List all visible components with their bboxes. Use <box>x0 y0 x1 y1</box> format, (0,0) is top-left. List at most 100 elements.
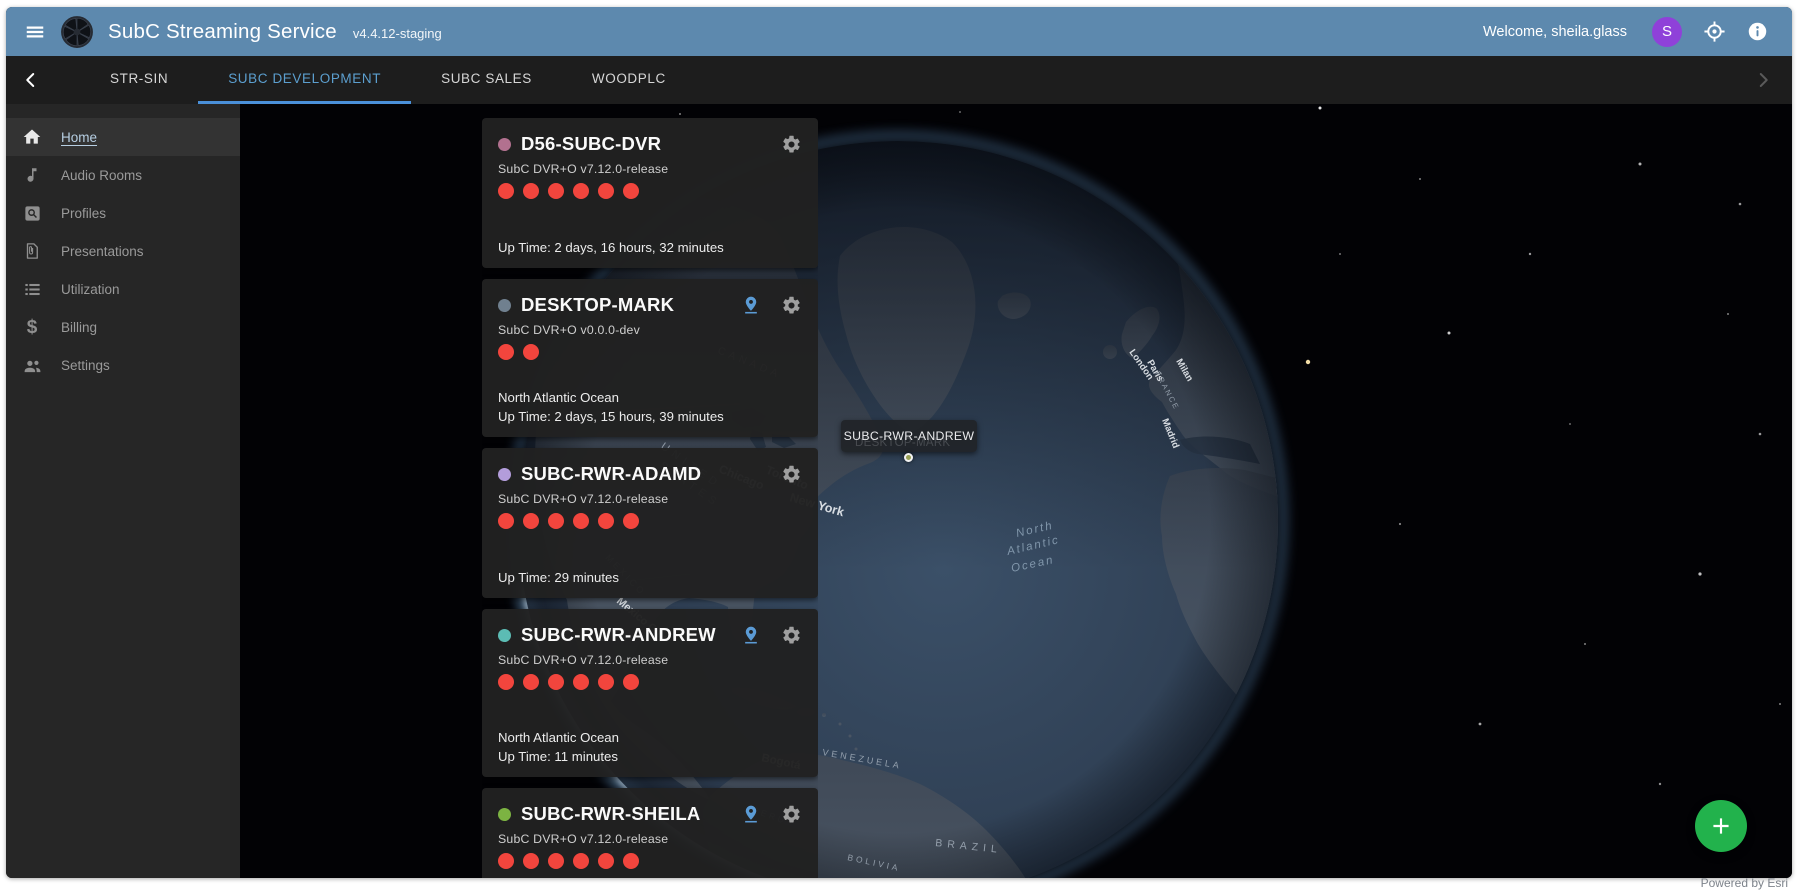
alert-dot <box>523 674 539 690</box>
content-area: Home Audio Rooms Profiles Presentations Util… <box>6 104 1792 878</box>
device-status-icon <box>498 138 511 151</box>
info-icon[interactable] <box>1747 21 1768 42</box>
sidebar-item-utilization[interactable]: Utilization <box>6 270 240 308</box>
star <box>1399 523 1401 525</box>
sidebar-item-home[interactable]: Home <box>6 118 240 156</box>
app-version: v4.4.12-staging <box>353 26 442 41</box>
device-status-icon <box>498 808 511 821</box>
device-marker[interactable] <box>904 453 913 462</box>
channel-status-dots <box>498 853 802 870</box>
device-card-desktop-mark[interactable]: DESKTOP-MARK SubC DVR+O v0.0.0-dev North… <box>482 279 818 437</box>
gear-icon[interactable] <box>781 464 802 485</box>
alert-dot <box>523 513 539 529</box>
browser-page: SubC Streaming Service v4.4.12-staging W… <box>0 0 1798 890</box>
sidebar-item-label: Profiles <box>61 206 106 221</box>
map-tooltip: DESKTOP-MARK SUBC-RWR-ANDREW <box>841 420 977 452</box>
star <box>1779 703 1781 705</box>
gear-icon[interactable] <box>781 295 802 316</box>
sidebar-item-settings[interactable]: Settings <box>6 346 240 384</box>
star <box>1739 203 1742 206</box>
alert-dot <box>598 513 614 529</box>
device-card-subc-rwr-sheila[interactable]: SUBC-RWR-SHEILA SubC DVR+O v7.12.0-relea… <box>482 788 818 878</box>
alert-dot <box>573 183 589 199</box>
device-card-list: D56-SUBC-DVR SubC DVR+O v7.12.0-release … <box>482 118 818 878</box>
device-card-header: SUBC-RWR-SHEILA <box>498 799 802 829</box>
channel-status-dots <box>498 344 802 361</box>
device-name: SUBC-RWR-ADAMD <box>521 463 773 485</box>
star <box>1584 643 1586 645</box>
tab-woodplc[interactable]: WOODPLC <box>562 56 696 104</box>
sidebar-item-billing[interactable]: $Billing <box>6 308 240 346</box>
sidebar-item-label: Billing <box>61 320 97 335</box>
star <box>1339 253 1341 255</box>
org-tabs: STR-SINSUBC DEVELOPMENTSUBC SALESWOODPLC <box>80 56 696 104</box>
alert-dot <box>573 513 589 529</box>
pin-drop-icon[interactable] <box>741 625 761 645</box>
alert-dot <box>498 674 514 690</box>
device-card-subc-rwr-adamd[interactable]: SUBC-RWR-ADAMD SubC DVR+O v7.12.0-releas… <box>482 448 818 598</box>
tab-str-sin[interactable]: STR-SIN <box>80 56 198 104</box>
profiles-search-icon <box>20 201 44 225</box>
device-card-d56-subc-dvr[interactable]: D56-SUBC-DVR SubC DVR+O v7.12.0-release … <box>482 118 818 268</box>
star <box>1569 423 1571 425</box>
sidebar-item-label: Utilization <box>61 282 120 297</box>
star <box>1639 163 1642 166</box>
tab-subc-development[interactable]: SUBC DEVELOPMENT <box>198 56 411 104</box>
app-header: SubC Streaming Service v4.4.12-staging W… <box>6 7 1792 56</box>
menu-icon[interactable] <box>24 21 46 43</box>
alert-dot <box>573 674 589 690</box>
device-uptime: Up Time: 29 minutes <box>498 568 802 587</box>
tabs-back-icon[interactable] <box>6 56 56 104</box>
tab-subc-sales[interactable]: SUBC SALES <box>411 56 562 104</box>
device-version: SubC DVR+O v7.12.0-release <box>498 832 802 846</box>
star <box>959 111 961 113</box>
channel-status-dots <box>498 674 802 691</box>
globe[interactable]: CANADAUNITEDSTATESChicagoTorontoNew York… <box>240 104 1792 878</box>
sidebar-item-label: Home <box>61 130 97 145</box>
add-device-button[interactable] <box>1695 800 1747 852</box>
sidebar-item-audio-rooms[interactable]: Audio Rooms <box>6 156 240 194</box>
device-name: D56-SUBC-DVR <box>521 133 773 155</box>
locate-icon[interactable] <box>1703 20 1726 43</box>
map-attribution: Powered by Esri <box>1701 876 1788 890</box>
device-version: SubC DVR+O v7.12.0-release <box>498 492 802 506</box>
device-card-subc-rwr-andrew[interactable]: SUBC-RWR-ANDREW SubC DVR+O v7.12.0-relea… <box>482 609 818 777</box>
map-canvas[interactable]: CANADAUNITEDSTATESChicagoTorontoNew York… <box>240 104 1792 878</box>
alert-dot <box>498 513 514 529</box>
pin-drop-icon[interactable] <box>741 804 761 824</box>
device-location: North Atlantic Ocean <box>498 388 802 407</box>
device-version: SubC DVR+O v7.12.0-release <box>498 162 802 176</box>
user-avatar[interactable]: S <box>1652 17 1682 47</box>
tabs-forward-icon[interactable] <box>1738 56 1788 104</box>
app-window: SubC Streaming Service v4.4.12-staging W… <box>6 7 1792 878</box>
music-note-icon <box>20 163 44 187</box>
device-name: SUBC-RWR-ANDREW <box>521 624 733 646</box>
org-tabbar: STR-SINSUBC DEVELOPMENTSUBC SALESWOODPLC <box>6 56 1792 104</box>
plus-icon <box>1708 813 1734 839</box>
alert-dot <box>548 183 564 199</box>
home-icon <box>20 125 44 149</box>
device-status-icon <box>498 629 511 642</box>
sidebar-item-profiles[interactable]: Profiles <box>6 194 240 232</box>
alert-dot <box>573 853 589 869</box>
app-title: SubC Streaming Service <box>108 20 337 44</box>
gear-icon[interactable] <box>781 134 802 155</box>
sidebar-item-label: Presentations <box>61 244 144 259</box>
star <box>1419 178 1421 180</box>
star <box>1529 253 1531 255</box>
gear-icon[interactable] <box>781 625 802 646</box>
sidebar-item-label: Audio Rooms <box>61 168 142 183</box>
settings-people-icon <box>20 353 44 377</box>
alert-dot <box>548 674 564 690</box>
device-version: SubC DVR+O v7.12.0-release <box>498 653 802 667</box>
star <box>1759 433 1762 436</box>
gear-icon[interactable] <box>781 804 802 825</box>
star <box>1479 723 1482 726</box>
device-name: DESKTOP-MARK <box>521 294 733 316</box>
star <box>1727 313 1729 315</box>
star <box>1319 107 1322 110</box>
sidebar-item-presentations[interactable]: Presentations <box>6 232 240 270</box>
alert-dot <box>523 344 539 360</box>
device-card-header: SUBC-RWR-ADAMD <box>498 459 802 489</box>
pin-drop-icon[interactable] <box>741 295 761 315</box>
